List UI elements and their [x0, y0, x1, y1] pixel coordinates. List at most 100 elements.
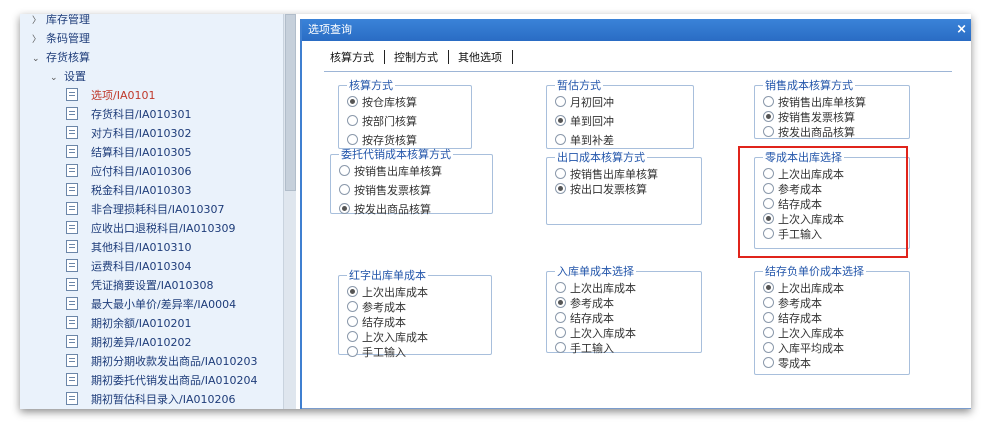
- radio-button[interactable]: [763, 297, 774, 308]
- radio-button[interactable]: [555, 282, 566, 293]
- radio-button[interactable]: [763, 96, 774, 107]
- sidebar-item[interactable]: 期初差异/IA010202: [66, 333, 191, 352]
- sidebar-scrollbar[interactable]: [283, 14, 296, 409]
- radio-button[interactable]: [555, 115, 566, 126]
- radio-option[interactable]: 按部门核算: [347, 114, 465, 129]
- close-icon[interactable]: ×: [956, 19, 967, 41]
- sidebar-item[interactable]: 应付科目/IA010306: [66, 162, 191, 181]
- sidebar-item[interactable]: 非合理损耗科目/IA010307: [66, 200, 224, 219]
- radio-option[interactable]: 参考成本: [763, 296, 903, 311]
- document-icon: [66, 373, 78, 386]
- radio-option[interactable]: 零成本: [763, 356, 903, 371]
- radio-button[interactable]: [347, 331, 358, 342]
- radio-option[interactable]: 按发出商品核算: [763, 125, 903, 140]
- tree-node-inventory-accounting[interactable]: ⌄ 存货核算: [32, 48, 90, 67]
- radio-button[interactable]: [763, 111, 774, 122]
- radio-option[interactable]: 参考成本: [347, 300, 485, 315]
- dialog-titlebar: 选项查询 ×: [302, 19, 971, 41]
- sidebar-item[interactable]: 期初委托代销发出商品/IA010204: [66, 371, 257, 390]
- radio-button[interactable]: [347, 316, 358, 327]
- radio-button[interactable]: [763, 327, 774, 338]
- group-temp-estimate: 暂估方式 月初回冲 单到回冲 单到补差: [546, 77, 694, 149]
- radio-button[interactable]: [347, 286, 358, 297]
- group-title: 入库单成本选择: [557, 265, 634, 278]
- tree-node-barcode[interactable]: 〉 条码管理: [32, 29, 90, 48]
- scrollbar-thumb[interactable]: [285, 14, 296, 191]
- radio-button[interactable]: [555, 312, 566, 323]
- radio-option[interactable]: 按仓库核算: [347, 95, 465, 110]
- sidebar-item[interactable]: 税金科目/IA010303: [66, 181, 191, 200]
- radio-button[interactable]: [763, 126, 774, 137]
- sidebar-item[interactable]: 对方科目/IA010302: [66, 124, 191, 143]
- tab-underline: [324, 71, 952, 72]
- radio-label: 零成本: [778, 357, 811, 370]
- sidebar-item-options[interactable]: 选项/IA0101: [66, 86, 155, 105]
- radio-button[interactable]: [347, 346, 358, 357]
- group-export-cost: 出口成本核算方式 按销售出库单核算 按出口发票核算: [546, 149, 702, 225]
- radio-option[interactable]: 按销售发票核算: [763, 110, 903, 125]
- radio-option[interactable]: 按销售发票核算: [339, 183, 486, 198]
- radio-button[interactable]: [763, 342, 774, 353]
- radio-option[interactable]: 上次出库成本: [555, 281, 695, 296]
- sidebar-item[interactable]: 期初分期收款发出商品/IA010203: [66, 352, 257, 371]
- radio-option[interactable]: 按销售出库单核算: [555, 167, 695, 182]
- radio-option[interactable]: 入库平均成本: [763, 341, 903, 356]
- sidebar-item[interactable]: 凭证摘要设置/IA010308: [66, 276, 213, 295]
- radio-button[interactable]: [763, 282, 774, 293]
- radio-option[interactable]: 结存成本: [347, 315, 485, 330]
- radio-option[interactable]: 结存成本: [763, 311, 903, 326]
- radio-option[interactable]: 上次入库成本: [763, 326, 903, 341]
- tree-node-settings[interactable]: ⌄ 设置: [50, 67, 86, 86]
- radio-option[interactable]: 按出口发票核算: [555, 182, 695, 197]
- tab-other-options[interactable]: 其他选项: [452, 49, 508, 67]
- tree-node-inventory-mgmt[interactable]: 〉 库存管理: [32, 14, 90, 29]
- sidebar-item[interactable]: 存货科目/IA010301: [66, 105, 191, 124]
- radio-button[interactable]: [347, 96, 358, 107]
- radio-label: 参考成本: [778, 297, 822, 310]
- radio-button[interactable]: [555, 342, 566, 353]
- radio-option[interactable]: 手工输入: [347, 345, 485, 360]
- radio-button[interactable]: [555, 96, 566, 107]
- sidebar-item[interactable]: 其他科目/IA010310: [66, 238, 191, 257]
- radio-option[interactable]: 月初回冲: [555, 95, 687, 110]
- tab-costing-method[interactable]: 核算方式: [324, 49, 380, 67]
- radio-option[interactable]: 上次入库成本: [555, 326, 695, 341]
- radio-button[interactable]: [347, 115, 358, 126]
- radio-label: 月初回冲: [570, 96, 614, 109]
- radio-option[interactable]: 单到回冲: [555, 114, 687, 129]
- radio-button[interactable]: [555, 297, 566, 308]
- radio-option[interactable]: 按发出商品核算: [339, 202, 486, 217]
- radio-button[interactable]: [347, 301, 358, 312]
- radio-button[interactable]: [555, 134, 566, 145]
- radio-option[interactable]: 上次入库成本: [347, 330, 485, 345]
- radio-button[interactable]: [347, 134, 358, 145]
- radio-option[interactable]: 上次出库成本: [763, 281, 903, 296]
- app-frame: 〉 库存管理 〉 条码管理 ⌄ 存货核算 ⌄ 设置 选项/IA0101 存货科目/IA0…: [20, 14, 971, 409]
- sidebar-item[interactable]: 最大最小单价/差异率/IA0004: [66, 295, 236, 314]
- options-query-dialog: 选项查询 × 核算方式 控制方式 其他选项 核算方式 按仓库核算 按部门核算 按存货…: [300, 19, 971, 409]
- radio-option[interactable]: 按销售出库单核算: [339, 164, 486, 179]
- sidebar-item[interactable]: 运费科目/IA010304: [66, 257, 191, 276]
- radio-option[interactable]: 手工输入: [555, 341, 695, 356]
- sidebar-item[interactable]: 应收出口退税科目/IA010309: [66, 219, 235, 238]
- radio-option[interactable]: 单到补差: [555, 133, 687, 148]
- radio-option[interactable]: 参考成本: [555, 296, 695, 311]
- sidebar-item[interactable]: 期初余额/IA010201: [66, 314, 191, 333]
- sidebar-item[interactable]: 期初暂估科目录入/IA010206: [66, 390, 235, 409]
- tab-control-method[interactable]: 控制方式: [388, 49, 444, 67]
- radio-button[interactable]: [763, 312, 774, 323]
- document-icon: [66, 145, 78, 158]
- radio-button[interactable]: [555, 168, 566, 179]
- document-icon: [66, 354, 78, 367]
- radio-button[interactable]: [339, 203, 350, 214]
- radio-option[interactable]: 上次出库成本: [347, 285, 485, 300]
- radio-button[interactable]: [339, 165, 350, 176]
- sidebar-item[interactable]: 结算科目/IA010305: [66, 143, 191, 162]
- radio-button[interactable]: [555, 327, 566, 338]
- tab-separator: [511, 50, 513, 64]
- radio-option[interactable]: 结存成本: [555, 311, 695, 326]
- radio-button[interactable]: [763, 357, 774, 368]
- radio-button[interactable]: [339, 184, 350, 195]
- radio-option[interactable]: 按销售出库单核算: [763, 95, 903, 110]
- radio-button[interactable]: [555, 183, 566, 194]
